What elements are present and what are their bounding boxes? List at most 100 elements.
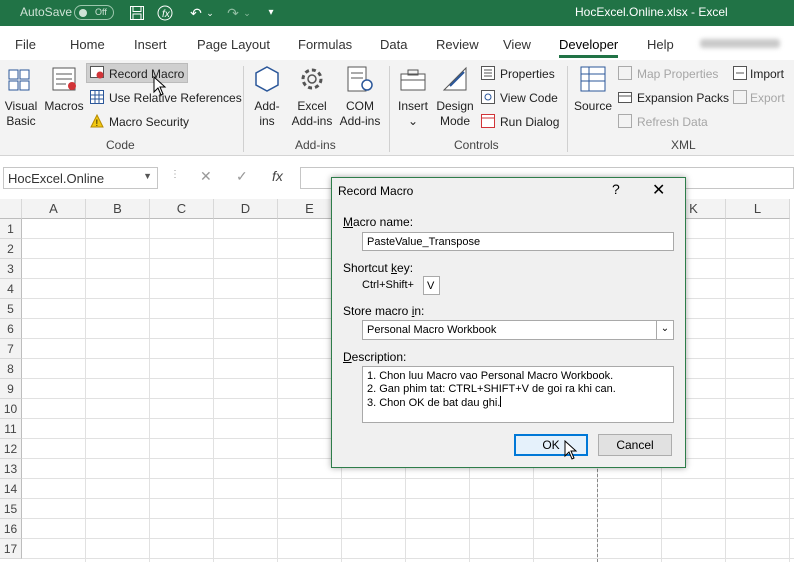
column-header[interactable]: L bbox=[726, 199, 790, 219]
ribbon-tabs: File Home Insert Page Layout Formulas Da… bbox=[0, 26, 794, 60]
record-macro-button[interactable]: Record Macro bbox=[90, 66, 184, 81]
source-label: Source bbox=[573, 99, 613, 113]
gridline bbox=[22, 518, 794, 519]
map-properties-button: Map Properties bbox=[618, 66, 718, 81]
tab-help[interactable]: Help bbox=[647, 37, 674, 52]
addins-button[interactable]: Add-ins bbox=[248, 99, 286, 129]
autosave-state: Off bbox=[95, 7, 107, 17]
name-box[interactable]: HocExcel.Online ▼ bbox=[3, 167, 158, 189]
toggle-knob bbox=[79, 9, 87, 17]
close-icon[interactable]: ✕ bbox=[652, 180, 665, 200]
tab-page-layout[interactable]: Page Layout bbox=[197, 37, 270, 52]
macros-button[interactable]: Macros bbox=[44, 99, 84, 114]
refresh-data-button: Refresh Data bbox=[618, 114, 708, 129]
svg-text:!: ! bbox=[96, 118, 99, 128]
description-textarea[interactable]: 1. Chon luu Macro vao Personal Macro Wor… bbox=[362, 366, 674, 423]
gridline bbox=[22, 478, 794, 479]
macro-name-input[interactable]: PasteValue_Transpose bbox=[362, 232, 674, 251]
expansion-packs-icon bbox=[618, 90, 632, 104]
row-header[interactable]: 7 bbox=[0, 339, 22, 359]
row-header[interactable]: 8 bbox=[0, 359, 22, 379]
row-header[interactable]: 16 bbox=[0, 519, 22, 539]
chevron-down-icon[interactable]: ⌄ bbox=[656, 321, 673, 339]
export-button: Export bbox=[733, 90, 785, 105]
tab-home[interactable]: Home bbox=[70, 37, 105, 52]
gear-icon bbox=[301, 68, 323, 90]
row-header[interactable]: 15 bbox=[0, 499, 22, 519]
com-addins-button[interactable]: COM Add-ins bbox=[337, 99, 383, 129]
store-macro-label: Store macro in: bbox=[343, 304, 425, 318]
cancel-button[interactable]: Cancel bbox=[598, 434, 672, 456]
row-header[interactable]: 4 bbox=[0, 279, 22, 299]
insert-function-icon[interactable]: fx bbox=[272, 168, 283, 184]
row-header[interactable]: 1 bbox=[0, 219, 22, 239]
column-header[interactable]: A bbox=[22, 199, 86, 219]
source-icon bbox=[580, 66, 606, 92]
view-code-button[interactable]: View Code bbox=[481, 90, 558, 105]
store-macro-select[interactable]: Personal Macro Workbook ⌄ bbox=[362, 320, 674, 340]
row-header[interactable]: 6 bbox=[0, 319, 22, 339]
description-line: 1. Chon luu Macro vao Personal Macro Wor… bbox=[367, 370, 614, 382]
more-options-icon[interactable]: ⋮ bbox=[170, 169, 180, 180]
gridline bbox=[725, 219, 726, 562]
macro-name-label: Macro name: bbox=[343, 215, 414, 229]
import-icon bbox=[733, 66, 747, 80]
group-separator bbox=[567, 66, 568, 152]
refresh-icon bbox=[618, 114, 632, 128]
autosave-toggle[interactable]: Off bbox=[74, 5, 114, 20]
group-label-controls: Controls bbox=[454, 138, 499, 152]
row-header[interactable]: 5 bbox=[0, 299, 22, 319]
gridline bbox=[149, 219, 150, 562]
tab-data[interactable]: Data bbox=[380, 37, 407, 52]
help-icon[interactable]: ? bbox=[612, 181, 620, 197]
macro-icon[interactable]: fx bbox=[155, 3, 175, 23]
gridline bbox=[213, 219, 214, 562]
confirm-entry-icon[interactable]: ✓ bbox=[236, 168, 248, 185]
row-header[interactable]: 14 bbox=[0, 479, 22, 499]
column-header[interactable]: C bbox=[150, 199, 214, 219]
row-header[interactable]: 10 bbox=[0, 399, 22, 419]
tab-developer[interactable]: Developer bbox=[559, 37, 619, 58]
addins-icon bbox=[255, 66, 279, 92]
tab-insert[interactable]: Insert bbox=[134, 37, 167, 52]
export-icon bbox=[733, 90, 747, 104]
description-label: Description: bbox=[343, 350, 407, 364]
row-header[interactable]: 17 bbox=[0, 539, 22, 559]
row-header[interactable]: 11 bbox=[0, 419, 22, 439]
column-header[interactable]: B bbox=[86, 199, 150, 219]
source-button[interactable]: Source bbox=[572, 99, 614, 114]
insert-controls-button[interactable]: Insert ⌄ bbox=[394, 99, 432, 129]
gridline bbox=[789, 219, 790, 562]
visual-basic-button[interactable]: Visual Basic bbox=[0, 99, 42, 129]
undo-dropdown-icon[interactable]: ⌄ bbox=[200, 3, 220, 23]
customize-qat-icon[interactable]: ▾ bbox=[261, 3, 281, 23]
cancel-entry-icon[interactable]: ✕ bbox=[200, 168, 212, 185]
row-header[interactable]: 13 bbox=[0, 459, 22, 479]
toolbox-icon bbox=[400, 69, 426, 91]
import-button[interactable]: Import bbox=[733, 66, 784, 81]
record-macro-label: Record Macro bbox=[109, 67, 185, 81]
properties-button[interactable]: Properties bbox=[481, 66, 555, 81]
row-header[interactable]: 9 bbox=[0, 379, 22, 399]
row-header[interactable]: 12 bbox=[0, 439, 22, 459]
shortcut-key-input[interactable]: V bbox=[423, 276, 440, 295]
tab-file[interactable]: File bbox=[15, 37, 36, 52]
expansion-packs-button[interactable]: Expansion Packs bbox=[618, 90, 729, 105]
macro-security-button[interactable]: ! Macro Security bbox=[90, 113, 189, 129]
visual-basic-label-1: Visual bbox=[4, 99, 38, 113]
row-header[interactable]: 3 bbox=[0, 259, 22, 279]
chevron-down-icon[interactable]: ▼ bbox=[143, 171, 152, 181]
tab-review[interactable]: Review bbox=[436, 37, 479, 52]
map-properties-label: Map Properties bbox=[637, 67, 719, 81]
tab-view[interactable]: View bbox=[503, 37, 531, 52]
row-header[interactable]: 2 bbox=[0, 239, 22, 259]
column-header[interactable]: D bbox=[214, 199, 278, 219]
tab-formulas[interactable]: Formulas bbox=[298, 37, 352, 52]
select-all-corner[interactable] bbox=[0, 199, 22, 219]
export-label: Export bbox=[750, 91, 785, 105]
excel-addins-button[interactable]: Excel Add-ins bbox=[288, 99, 336, 129]
save-icon[interactable] bbox=[127, 3, 147, 23]
design-mode-button[interactable]: Design Mode bbox=[434, 99, 476, 129]
visual-basic-label-2: Basic bbox=[6, 114, 36, 128]
run-dialog-button[interactable]: Run Dialog bbox=[481, 114, 559, 129]
